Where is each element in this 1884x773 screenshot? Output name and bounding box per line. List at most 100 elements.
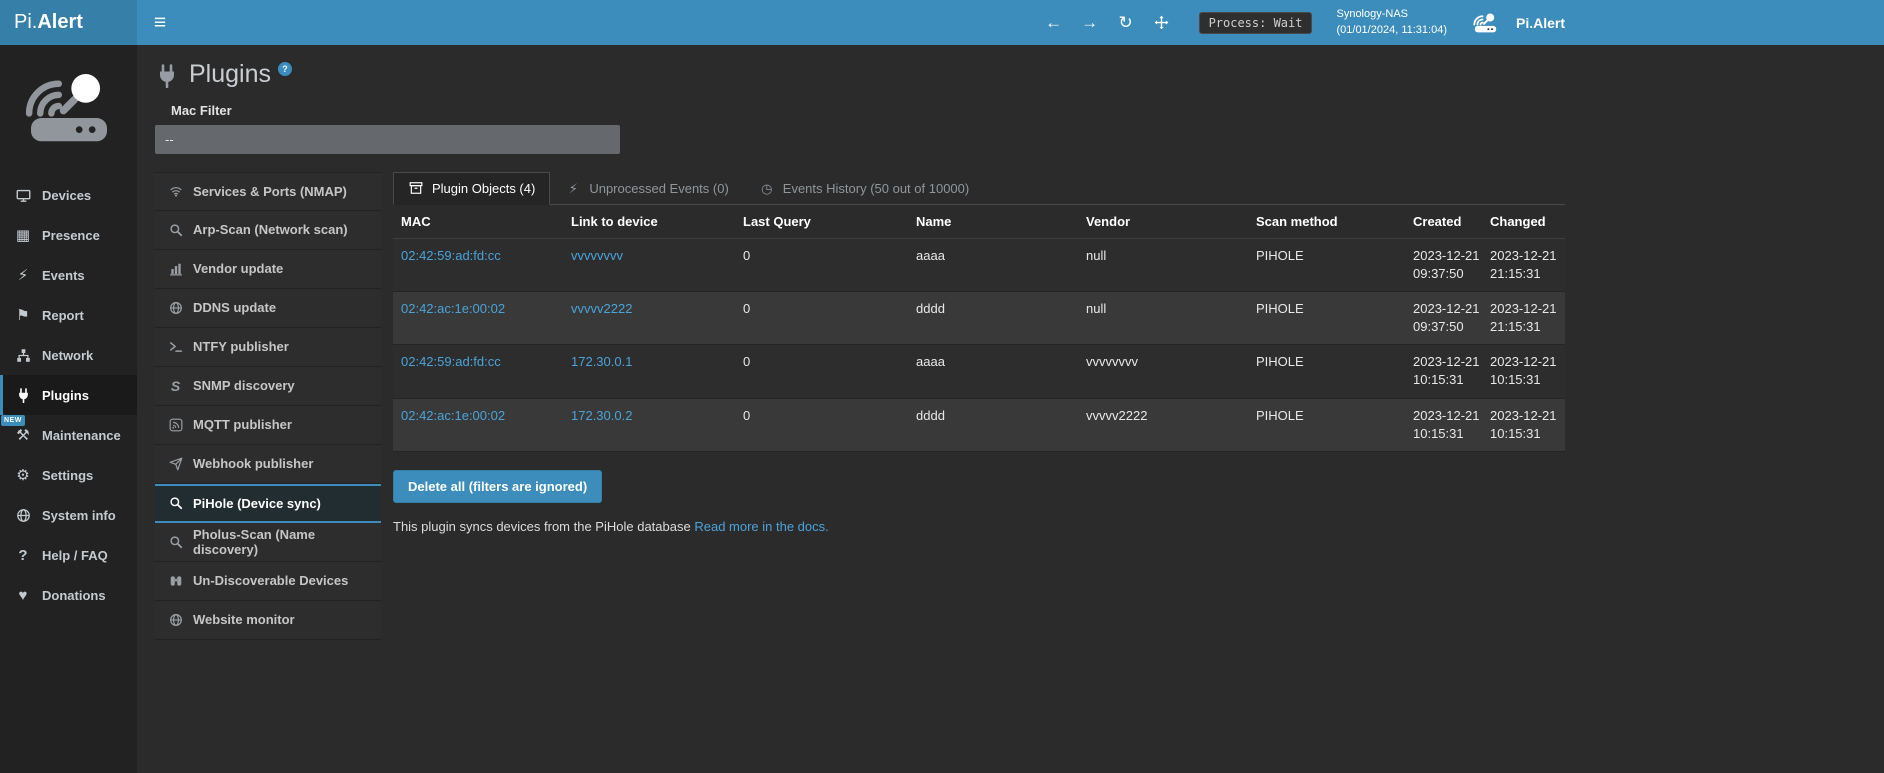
- plugin-nav: Services & Ports (NMAP) Arp-Scan (Networ…: [155, 172, 381, 640]
- plugin-nav-pholus-scan[interactable]: Pholus-Scan (Name discovery): [155, 523, 381, 562]
- page-header: Plugins ?: [155, 61, 1884, 89]
- column-header-last-query: Last Query: [735, 205, 908, 239]
- scan-method-cell: PIHOLE: [1248, 238, 1411, 291]
- sidebar-item-label: Events: [42, 268, 85, 283]
- arrow-left-icon: ←: [1045, 13, 1062, 33]
- sidebar-item-label: Presence: [42, 228, 100, 243]
- sidebar-item-presence[interactable]: ▦ Presence: [0, 215, 137, 255]
- sidebar-toggle-button[interactable]: ≡: [137, 0, 183, 45]
- main-content: Plugins ? Mac Filter Services & Ports (N…: [137, 45, 1884, 773]
- sidebar-item-report[interactable]: ⚑ Report: [0, 295, 137, 335]
- column-header-created: Created: [1411, 205, 1488, 239]
- sidebar-item-label: Settings: [42, 468, 93, 483]
- name-cell: aaaa: [908, 238, 1078, 291]
- tab-events-history[interactable]: ◷ Events History (50 out of 10000): [744, 172, 984, 205]
- mac-filter-input[interactable]: [155, 125, 620, 154]
- plugin-nav-snmp-discovery[interactable]: S SNMP discovery: [155, 367, 381, 406]
- gear-icon: ⚙: [14, 466, 32, 484]
- brand-link[interactable]: Pi.Alert: [0, 0, 137, 45]
- mac-link[interactable]: 02:42:ac:1e:00:02: [401, 408, 505, 423]
- plugin-nav-label: Vendor update: [193, 261, 283, 276]
- mac-link[interactable]: 02:42:59:ad:fd:cc: [401, 248, 501, 263]
- binoculars-icon: [167, 574, 184, 588]
- created-cell: 2023-12-21 09:37:50: [1411, 238, 1488, 291]
- changed-cell: 2023-12-21 10:15:31: [1488, 398, 1565, 451]
- tab-label: Plugin Objects (4): [432, 181, 535, 196]
- sidebar-item-events[interactable]: ⚡ Events: [0, 255, 137, 295]
- plugin-nav-ntfy-publisher[interactable]: NTFY publisher: [155, 328, 381, 367]
- plugin-objects-table: MAC Link to device Last Query Name Vendo…: [393, 205, 1565, 453]
- name-cell: dddd: [908, 291, 1078, 344]
- plug-icon: [155, 64, 179, 88]
- refresh-icon: ↻: [1118, 13, 1132, 33]
- vendor-cell: vvvvv2222: [1078, 398, 1248, 451]
- plugin-nav-label: Webhook publisher: [193, 456, 313, 471]
- plugin-nav-arp-scan[interactable]: Arp-Scan (Network scan): [155, 211, 381, 250]
- table-row: 02:42:59:ad:fd:cc 172.30.0.1 0 aaaa vvvv…: [393, 345, 1565, 398]
- plugin-nav-mqtt-publisher[interactable]: MQTT publisher: [155, 406, 381, 445]
- help-badge[interactable]: ?: [278, 62, 292, 76]
- back-button[interactable]: ←: [1043, 13, 1065, 33]
- tab-label: Unprocessed Events (0): [589, 181, 728, 196]
- plugin-nav-label: Services & Ports (NMAP): [193, 184, 347, 199]
- mac-filter-label: Mac Filter: [171, 103, 1884, 118]
- tab-plugin-objects[interactable]: Plugin Objects (4): [393, 172, 550, 205]
- pialert-logo-icon: [1471, 10, 1500, 35]
- device-link[interactable]: vvvvvvvv: [571, 248, 623, 263]
- sitemap-icon: [14, 348, 32, 363]
- plugin-nav-webhook-publisher[interactable]: Webhook publisher: [155, 445, 381, 484]
- sidebar-menu: Devices ▦ Presence ⚡ Events ⚑ Report Net…: [0, 175, 137, 615]
- sidebar-item-maintenance[interactable]: NEW ⚒ Maintenance: [0, 415, 137, 455]
- sidebar-item-label: System info: [42, 508, 116, 523]
- device-link[interactable]: 172.30.0.1: [571, 354, 632, 369]
- plugin-nav-undiscoverable-devices[interactable]: Un-Discoverable Devices: [155, 562, 381, 601]
- app-name: Pi.Alert: [1516, 15, 1565, 31]
- sidebar-item-help-faq[interactable]: ? Help / FAQ: [0, 535, 137, 575]
- sidebar-item-donations[interactable]: ♥ Donations: [0, 575, 137, 615]
- plugin-nav-label: NTFY publisher: [193, 339, 289, 354]
- sidebar-item-network[interactable]: Network: [0, 335, 137, 375]
- table-row: 02:42:ac:1e:00:02 172.30.0.2 0 dddd vvvv…: [393, 398, 1565, 451]
- plugin-nav-ddns-update[interactable]: DDNS update: [155, 289, 381, 328]
- snmp-icon: S: [167, 378, 184, 394]
- vendor-cell: null: [1078, 238, 1248, 291]
- fullscreen-button[interactable]: [1151, 15, 1173, 30]
- box-archive-icon: [408, 181, 424, 195]
- topbar-right: ← → ↻ Process: Wait Synology-NAS (01/01/…: [1043, 0, 1565, 45]
- forward-button[interactable]: →: [1079, 13, 1101, 33]
- sidebar-item-devices[interactable]: Devices: [0, 175, 137, 215]
- column-header-changed: Changed: [1488, 205, 1565, 239]
- sidebar-item-plugins[interactable]: Plugins: [0, 375, 137, 415]
- plugin-nav-pihole-device-sync[interactable]: PiHole (Device sync): [155, 484, 381, 523]
- plugin-nav-vendor-update[interactable]: Vendor update: [155, 250, 381, 289]
- tab-bar: Plugin Objects (4) ⚡ Unprocessed Events …: [393, 172, 1565, 205]
- plugin-nav-nmap[interactable]: Services & Ports (NMAP): [155, 172, 381, 211]
- host-timestamp: (01/01/2024, 11:31:04): [1336, 23, 1447, 39]
- refresh-button[interactable]: ↻: [1115, 13, 1137, 33]
- mac-link[interactable]: 02:42:59:ad:fd:cc: [401, 354, 501, 369]
- scan-method-cell: PIHOLE: [1248, 291, 1411, 344]
- plugin-nav-website-monitor[interactable]: Website monitor: [155, 601, 381, 640]
- delete-all-button[interactable]: Delete all (filters are ignored): [393, 470, 602, 503]
- search-icon: [167, 535, 184, 549]
- sidebar-item-system-info[interactable]: System info: [0, 495, 137, 535]
- plugin-nav-label: Un-Discoverable Devices: [193, 573, 348, 588]
- sidebar-item-settings[interactable]: ⚙ Settings: [0, 455, 137, 495]
- brand-suffix: Alert: [37, 11, 83, 34]
- name-cell: aaaa: [908, 345, 1078, 398]
- bar-chart-icon: [167, 262, 184, 276]
- clock-icon: ◷: [759, 181, 775, 197]
- hamburger-icon: ≡: [154, 11, 166, 35]
- globe-icon: [14, 508, 32, 523]
- sidebar-item-label: Plugins: [42, 388, 89, 403]
- mqtt-broadcast-icon: [167, 418, 184, 432]
- docs-link[interactable]: Read more in the docs.: [694, 519, 828, 534]
- brand-prefix: Pi.: [14, 11, 37, 34]
- tab-unprocessed-events[interactable]: ⚡ Unprocessed Events (0): [550, 172, 743, 205]
- pialert-logo-art: [0, 45, 137, 169]
- last-query-cell: 0: [735, 398, 908, 451]
- last-query-cell: 0: [735, 238, 908, 291]
- device-link[interactable]: vvvvv2222: [571, 301, 632, 316]
- device-link[interactable]: 172.30.0.2: [571, 408, 632, 423]
- mac-link[interactable]: 02:42:ac:1e:00:02: [401, 301, 505, 316]
